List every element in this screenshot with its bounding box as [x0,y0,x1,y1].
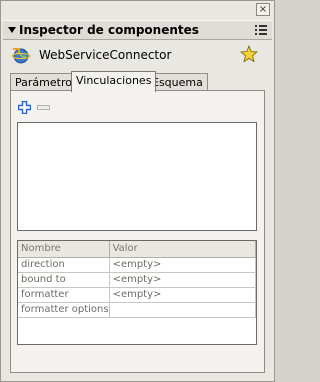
component-header: WebServiceConnector [3,41,272,69]
panel-title: Inspector de componentes [19,23,199,37]
table-row[interactable]: formatter options [18,302,257,318]
column-header-valor[interactable]: Valor [109,241,257,258]
table-row[interactable]: bound to <empty> [18,272,257,288]
star-icon[interactable] [240,45,258,63]
property-name: direction [18,257,110,273]
properties-table: Nombre Valor direction <empty> bound to … [18,241,257,318]
inspector-tabs: Parámetros Vinculaciones Esquema [10,71,270,92]
table-row[interactable]: direction <empty> [18,257,257,273]
property-name: formatter [18,287,110,303]
property-name: bound to [18,272,110,288]
property-value[interactable]: <empty> [109,272,257,288]
panel-titlebar[interactable]: Inspector de componentes [3,20,272,40]
tab-vinculaciones[interactable]: Vinculaciones [71,71,157,92]
bindings-tab-content: Nombre Valor direction <empty> bound to … [10,90,265,373]
web-service-connector-icon [11,48,31,64]
component-inspector-panel: × Inspector de componentes WebServiceCon… [0,0,275,382]
panel-options-icon[interactable] [255,25,267,35]
plus-icon[interactable] [18,101,31,114]
close-icon[interactable]: × [256,3,270,16]
minus-icon[interactable] [37,101,50,114]
property-value[interactable]: <empty> [109,257,257,273]
triangle-down-icon[interactable] [8,27,16,33]
component-name: WebServiceConnector [39,48,172,62]
property-name: formatter options [18,302,110,318]
panel-top-strip: × [1,1,274,19]
binding-properties-grid[interactable]: Nombre Valor direction <empty> bound to … [17,240,257,345]
property-value[interactable] [109,302,257,318]
property-value[interactable]: <empty> [109,287,257,303]
table-row[interactable]: formatter <empty> [18,287,257,303]
bindings-list[interactable] [17,122,257,231]
column-header-nombre[interactable]: Nombre [18,241,110,258]
